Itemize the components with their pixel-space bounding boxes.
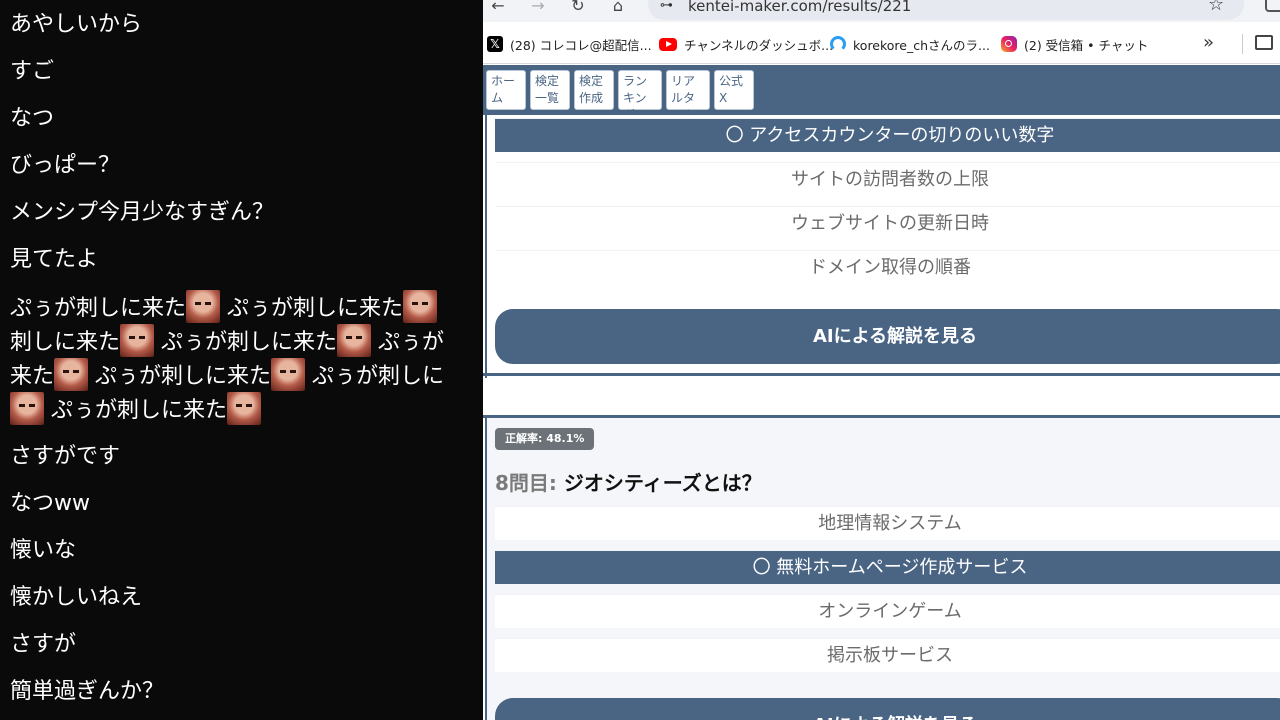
spam-text: ぷぅが刺しに来た: [51, 398, 228, 423]
accuracy-badge: 正解率: 48.1%: [495, 428, 595, 450]
more-bookmarks-icon[interactable]: »: [1203, 32, 1214, 53]
instagram-icon: [1001, 36, 1017, 52]
nav-home[interactable]: ホーム: [486, 70, 526, 110]
bookmark-item[interactable]: 𝕏 (28) コレコレ@超配信...: [487, 34, 652, 54]
korekore-icon: [830, 36, 846, 52]
face-emote-icon: [227, 392, 262, 425]
card-border: [485, 115, 487, 378]
answer-option: ウェブサイトの更新日時: [495, 206, 1280, 240]
bookmark-label: korekore_chさんのラ...: [853, 37, 990, 53]
face-emote-icon: [271, 358, 306, 391]
forward-icon[interactable]: →: [527, 0, 549, 15]
back-icon[interactable]: ←: [487, 0, 509, 15]
face-emote-icon: [10, 392, 44, 425]
results-content: 〇 アクセスカウンターの切りのいい数字 サイトの訪問者数の上限 ウェブサイトの更…: [483, 115, 1280, 720]
youtube-icon: [659, 37, 677, 51]
spam-text: ぷぅが刺しに来た: [161, 330, 338, 355]
home-icon[interactable]: ⌂: [607, 0, 629, 15]
folder-icon[interactable]: [1255, 35, 1273, 50]
comment: 見てたよ: [10, 247, 99, 272]
bookmark-item[interactable]: korekore_chさんのラ...: [830, 34, 990, 54]
answer-option: 掲示板サービス: [495, 638, 1280, 672]
bookmark-label: (2) 受信箱 • チャット: [1024, 37, 1149, 53]
face-emote-icon: [403, 290, 438, 323]
answer-option: サイトの訪問者数の上限: [495, 162, 1280, 196]
comment: なつ: [10, 106, 55, 131]
bookmark-item[interactable]: チャンネルのダッシュボ...: [659, 34, 833, 54]
face-emote-icon: [54, 358, 89, 391]
nav-test-list[interactable]: 検定一覧: [530, 70, 570, 110]
answer-option-correct: 〇 アクセスカウンターの切りのいい数字: [495, 118, 1280, 152]
address-bar-area: ← → ↻ ⌂ ⊶ kentei-maker.com/results/221 ☆: [483, 0, 1280, 22]
x-icon: 𝕏: [487, 36, 503, 52]
spam-text: ぷぅが刺しに来た: [227, 296, 404, 321]
spam-text: ぷぅが刺しに来た: [10, 296, 187, 321]
bookmark-item[interactable]: (2) 受信箱 • チャット: [1001, 34, 1148, 54]
extension-icon[interactable]: [1265, 0, 1280, 12]
spam-text: ぷぅが: [378, 330, 445, 355]
divider: [1242, 34, 1243, 54]
comment: あやしいから: [10, 12, 143, 37]
answer-option: 地理情報システム: [495, 506, 1280, 540]
comment: さすがです: [10, 444, 121, 469]
spam-text: 来た: [10, 364, 55, 389]
spam-line: ぷぅが刺しに来た ぷぅが刺しに来た: [10, 290, 483, 324]
comment: 懐いな: [10, 538, 77, 563]
url-text[interactable]: kentei-maker.com/results/221: [688, 0, 911, 15]
face-emote-icon: [337, 324, 372, 357]
comment: 懐かしいねえ: [10, 585, 143, 610]
comment: メンシプ今月少なすぎん？: [10, 200, 275, 225]
nav-test-create[interactable]: 検定作成: [574, 70, 614, 110]
comment: なつww: [10, 491, 90, 516]
comment: さすが: [10, 632, 77, 657]
bookmark-label: (28) コレコレ@超配信...: [510, 37, 652, 53]
card-border: [485, 418, 487, 720]
nav-official-x[interactable]: 公式X: [714, 70, 754, 110]
url-bar[interactable]: ⊶ kentei-maker.com/results/221: [648, 0, 1244, 20]
ai-explanation-button[interactable]: AIによる解説を見る: [495, 698, 1280, 720]
question-text: ジオシティーズとは？: [563, 471, 762, 495]
bookmarks-bar: 𝕏 (28) コレコレ@超配信... チャンネルのダッシュボ... koreko…: [483, 22, 1280, 64]
spam-comment: ぷぅが刺しに来た ぷぅが刺しに来た 刺しに来た ぷぅが刺しに来た ぷぅが 来た …: [10, 290, 483, 426]
spam-line: 来た ぷぅが刺しに来た ぷぅが刺しに: [10, 358, 483, 392]
question-title: 8問目: ジオシティーズとは？: [495, 467, 762, 496]
site-nav-bar: ホーム 検定一覧 検定作成 ランキング リアルタイム 公式X: [483, 65, 1280, 122]
bookmark-label: チャンネルのダッシュボ...: [684, 37, 834, 53]
spam-line: 刺しに来た ぷぅが刺しに来た ぷぅが: [10, 324, 483, 358]
ai-explanation-button[interactable]: AIによる解説を見る: [495, 309, 1280, 364]
face-emote-icon: [186, 290, 221, 323]
nav-ranking[interactable]: ランキング: [618, 70, 662, 122]
answer-option-correct: 〇 無料ホームページ作成サービス: [495, 550, 1280, 584]
nav-realtime[interactable]: リアルタイム: [666, 70, 710, 122]
comment: 簡単過ぎんか？: [10, 679, 165, 704]
card-divider: [483, 373, 1280, 376]
spam-text: ぷぅが刺しに: [312, 364, 445, 389]
site-info-icon[interactable]: ⊶: [660, 0, 673, 13]
browser-window: ← → ↻ ⌂ ⊶ kentei-maker.com/results/221 ☆…: [483, 0, 1280, 720]
comment: すご: [10, 59, 55, 84]
answer-option: オンラインゲーム: [495, 594, 1280, 628]
reload-icon[interactable]: ↻: [567, 0, 589, 15]
spam-text: ぷぅが刺しに来た: [95, 364, 272, 389]
face-emote-icon: [120, 324, 155, 357]
spam-text: 刺しに来た: [10, 330, 121, 355]
answer-option: ドメイン取得の順番: [495, 250, 1280, 284]
question-number: 8問目:: [495, 471, 557, 495]
comment: びっぱー？: [10, 153, 121, 178]
bookmark-star-icon[interactable]: ☆: [1208, 0, 1224, 15]
spam-line: ぷぅが刺しに来た: [10, 392, 483, 426]
comment-panel: あやしいから すご なつ びっぱー？ メンシプ今月少なすぎん？ 見てたよ ぷぅが…: [0, 0, 483, 720]
